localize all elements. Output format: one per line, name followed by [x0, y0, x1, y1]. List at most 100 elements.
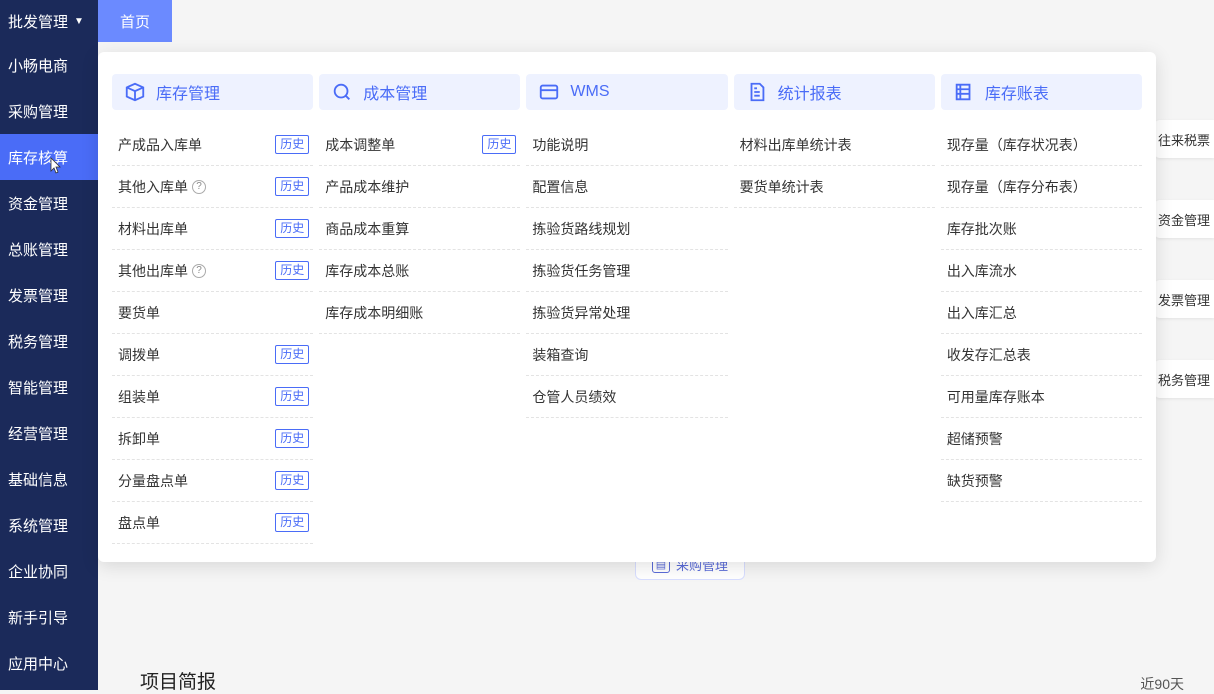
date-range-filter[interactable]: 近90天 [1140, 674, 1194, 694]
menu-item-label: 组装单 [118, 387, 160, 407]
sidebar-item-label: 总账管理 [8, 239, 68, 260]
sidebar-item-app-center[interactable]: 应用中心 [0, 640, 98, 686]
menu-item-material-out-stats[interactable]: 材料出库单统计表 [734, 124, 935, 166]
shortcut-receivables-tax[interactable]: 往来税票 [1154, 120, 1214, 158]
sidebar-item-operations[interactable]: 经营管理 [0, 410, 98, 456]
sidebar-item-general-ledger[interactable]: 总账管理 [0, 226, 98, 272]
menu-item-label: 配置信息 [532, 177, 588, 197]
menu-item-pick-exception[interactable]: 拣验货异常处理 [526, 292, 727, 334]
menu-item-label: 其他入库单 [118, 177, 188, 197]
menu-item-shortage-alert[interactable]: 缺货预警 [941, 460, 1142, 502]
menu-item-label: 超储预警 [947, 429, 1003, 449]
menu-item-other-in[interactable]: 其他入库单? 历史 [112, 166, 313, 208]
menu-item-stocktake[interactable]: 盘点单 历史 [112, 502, 313, 544]
sidebar-item-label: 税务管理 [8, 331, 68, 352]
mega-col-inventory-books: 库存账表 现存量（库存状况表） 现存量（库存分布表） 库存批次账 出入库流水 出… [941, 74, 1142, 552]
menu-item-label: 商品成本重算 [325, 219, 409, 239]
ledger-icon [953, 81, 975, 103]
help-icon[interactable]: ? [192, 264, 206, 278]
history-badge[interactable]: 历史 [275, 177, 309, 195]
history-badge[interactable]: 历史 [275, 219, 309, 237]
menu-item-label: 装箱查询 [532, 345, 588, 365]
menu-item-label: 现存量（库存分布表） [947, 177, 1087, 197]
sidebar-item-basic-info[interactable]: 基础信息 [0, 456, 98, 502]
menu-item-onhand-distribution[interactable]: 现存量（库存分布表） [941, 166, 1142, 208]
menu-item-warehouse-kpi[interactable]: 仓管人员绩效 [526, 376, 727, 418]
sidebar: 批发管理 ▼ 小畅电商 采购管理 库存核算 资金管理 总账管理 发票管理 税务管… [0, 0, 98, 690]
cursor-icon [48, 157, 62, 178]
menu-item-goods-cost-recalc[interactable]: 商品成本重算 [319, 208, 520, 250]
menu-item-inout-summary[interactable]: 出入库汇总 [941, 292, 1142, 334]
sidebar-item-ecommerce[interactable]: 小畅电商 [0, 42, 98, 88]
menu-item-disassembly[interactable]: 拆卸单历史 [112, 418, 313, 460]
sidebar-item-system[interactable]: 系统管理 [0, 502, 98, 548]
mega-header-label: 库存管理 [156, 80, 220, 104]
menu-item-label: 材料出库单统计表 [740, 135, 852, 155]
menu-item-material-out[interactable]: 材料出库单历史 [112, 208, 313, 250]
mega-header-cost: 成本管理 [319, 74, 520, 110]
history-badge[interactable]: 历史 [482, 135, 516, 153]
sidebar-item-tax[interactable]: 税务管理 [0, 318, 98, 364]
sidebar-item-label: 智能管理 [8, 377, 68, 398]
menu-item-label: 现存量（库存状况表） [947, 135, 1087, 155]
menu-item-inventory-cost-detail[interactable]: 库存成本明细账 [319, 292, 520, 334]
shortcut-invoice[interactable]: 发票管理 [1154, 280, 1214, 318]
cube-icon [124, 81, 146, 103]
sidebar-item-inventory-accounting[interactable]: 库存核算 [0, 134, 98, 180]
menu-item-product-cost-maintain[interactable]: 产品成本维护 [319, 166, 520, 208]
menu-item-requisition-stats[interactable]: 要货单统计表 [734, 166, 935, 208]
menu-item-requisition[interactable]: 要货单 [112, 292, 313, 334]
shortcut-tax[interactable]: 税务管理 [1154, 360, 1214, 398]
menu-item-inventory-cost-ledger[interactable]: 库存成本总账 [319, 250, 520, 292]
menu-item-onhand-status[interactable]: 现存量（库存状况表） [941, 124, 1142, 166]
menu-item-batch-ledger[interactable]: 库存批次账 [941, 208, 1142, 250]
help-icon[interactable]: ? [192, 180, 206, 194]
menu-item-other-out[interactable]: 其他出库单?历史 [112, 250, 313, 292]
sidebar-item-onboarding[interactable]: 新手引导 [0, 594, 98, 640]
menu-item-available-ledger[interactable]: 可用量库存账本 [941, 376, 1142, 418]
menu-item-inout-flow[interactable]: 出入库流水 [941, 250, 1142, 292]
sidebar-item-label: 小畅电商 [8, 55, 68, 76]
sidebar-item-label: 应用中心 [8, 653, 68, 674]
menu-item-cost-adjust[interactable]: 成本调整单历史 [319, 124, 520, 166]
menu-item-wms-config[interactable]: 配置信息 [526, 166, 727, 208]
menu-item-partial-stocktake[interactable]: 分量盘点单历史 [112, 460, 313, 502]
sidebar-item-label: 采购管理 [8, 101, 68, 122]
menu-item-finished-goods-in[interactable]: 产成品入库单历史 [112, 124, 313, 166]
history-badge[interactable]: 历史 [275, 387, 309, 405]
sidebar-item-collaboration[interactable]: 企业协同 [0, 548, 98, 594]
mega-header-label: WMS [570, 83, 609, 101]
menu-item-label: 库存成本总账 [325, 261, 409, 281]
right-shortcut-column: 往来税票 资金管理 发票管理 税务管理 [1154, 120, 1214, 440]
menu-item-overstock-alert[interactable]: 超储预警 [941, 418, 1142, 460]
history-badge[interactable]: 历史 [275, 471, 309, 489]
shortcut-funds[interactable]: 资金管理 [1154, 200, 1214, 238]
wms-icon [538, 81, 560, 103]
menu-item-label: 调拨单 [118, 345, 160, 365]
menu-item-label: 可用量库存账本 [947, 387, 1045, 407]
history-badge[interactable]: 历史 [275, 345, 309, 363]
sidebar-item-invoice[interactable]: 发票管理 [0, 272, 98, 318]
history-badge[interactable]: 历史 [275, 261, 309, 279]
menu-item-packing-query[interactable]: 装箱查询 [526, 334, 727, 376]
shortcut-label: 资金管理 [1158, 210, 1210, 229]
menu-item-label: 盘点单 [118, 513, 160, 533]
menu-item-pick-task[interactable]: 拣验货任务管理 [526, 250, 727, 292]
sidebar-item-smart[interactable]: 智能管理 [0, 364, 98, 410]
menu-item-assembly[interactable]: 组装单 历史 [112, 376, 313, 418]
menu-item-pick-route[interactable]: 拣验货路线规划 [526, 208, 727, 250]
menu-item-receive-issue-summary[interactable]: 收发存汇总表 [941, 334, 1142, 376]
history-badge[interactable]: 历史 [275, 513, 309, 531]
sidebar-item-funds[interactable]: 资金管理 [0, 180, 98, 226]
menu-item-label: 仓管人员绩效 [532, 387, 616, 407]
history-badge[interactable]: 历史 [275, 429, 309, 447]
menu-item-wms-intro[interactable]: 功能说明 [526, 124, 727, 166]
menu-item-label: 收发存汇总表 [947, 345, 1031, 365]
sidebar-item-label: 资金管理 [8, 193, 68, 214]
tab-home[interactable]: 首页 [98, 0, 172, 42]
history-badge[interactable]: 历史 [275, 135, 309, 153]
sidebar-category-label: 批发管理 [8, 11, 68, 32]
menu-item-transfer[interactable]: 调拨单 历史 [112, 334, 313, 376]
sidebar-item-purchase[interactable]: 采购管理 [0, 88, 98, 134]
sidebar-category-selector[interactable]: 批发管理 ▼ [0, 0, 98, 42]
